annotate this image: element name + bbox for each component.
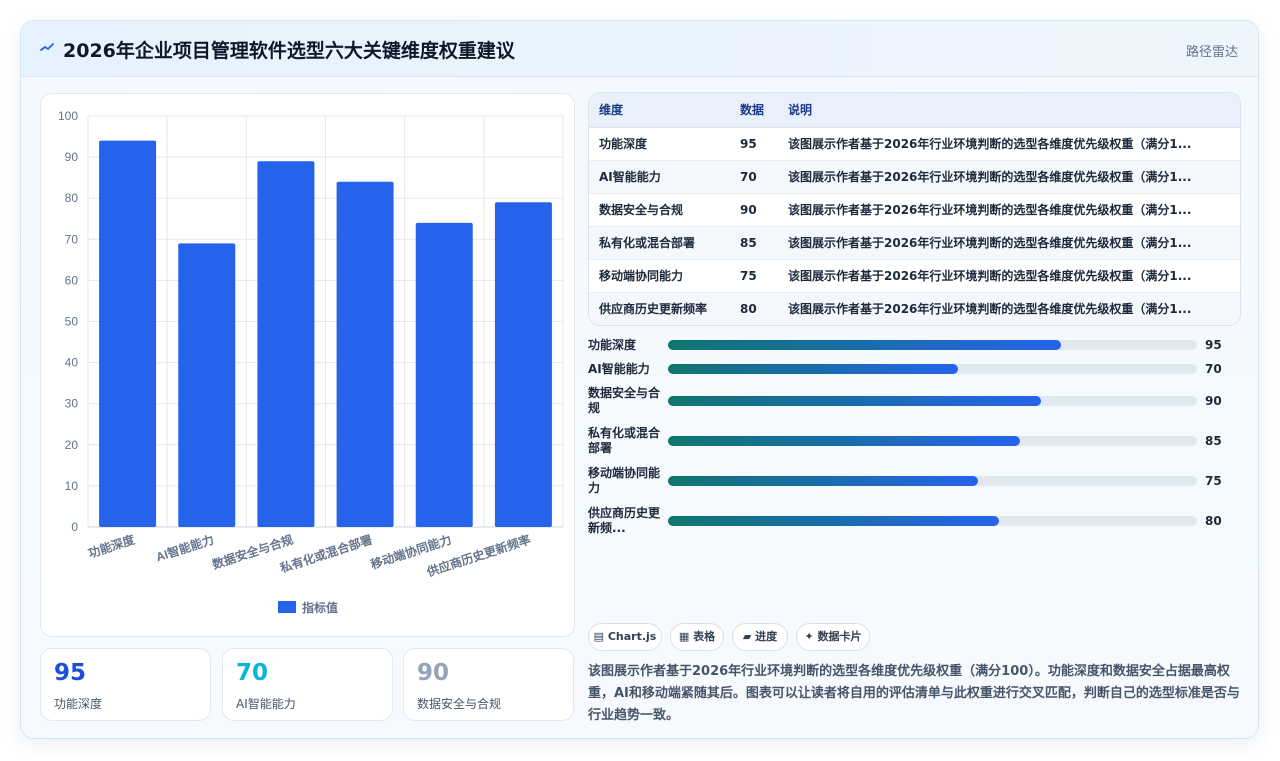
data-table: 维度 数据 说明 功能深度 95 该图展示作者基于2026年行业环境判断的选型各… (588, 92, 1241, 326)
progress-track (668, 516, 1197, 526)
table-cell: 该图展示作者基于2026年行业环境判断的选型各维度优先级权重（满分1... (778, 292, 1240, 325)
progress-track (668, 396, 1197, 406)
bar (178, 243, 236, 527)
table-cell: 供应商历史更新频率 (589, 292, 730, 325)
y-tick-label: 70 (65, 232, 79, 246)
progress-fill (668, 436, 1020, 446)
table-header-row: 维度 数据 说明 (589, 93, 1240, 128)
y-tick-label: 10 (65, 479, 79, 493)
progress-label: AI智能能力 (588, 362, 650, 376)
legend-swatch (278, 601, 296, 613)
y-tick-label: 50 (65, 315, 79, 329)
stat-card-2: 70 AI智能能力 (222, 648, 393, 721)
stat-label: 功能深度 (54, 697, 103, 711)
table-cell: 移动端协同能力 (589, 259, 730, 293)
y-tick-label: 100 (58, 109, 78, 123)
chip-table[interactable]: ▦ 表格 (670, 623, 724, 651)
stat-card-1: 95 功能深度 (40, 648, 211, 721)
bar (99, 140, 157, 527)
progress-track (668, 436, 1197, 446)
x-tick-label: 功能深度 (86, 531, 137, 560)
bar (415, 222, 473, 528)
progress-fill (668, 476, 978, 486)
header-tag[interactable]: 路径雷达 (1186, 41, 1238, 60)
stat-value: 70 (236, 660, 269, 686)
table-cell: 85 (730, 226, 778, 260)
table-cell: 90 (730, 193, 778, 227)
table-cell: 数据安全与合规 (589, 193, 730, 227)
progress-label: 功能深度 (588, 338, 637, 352)
bar (257, 161, 315, 527)
table-row: 私有化或混合部署 85 该图展示作者基于2026年行业环境判断的选型各维度优先级… (589, 226, 1240, 260)
table-row: 功能深度 95 该图展示作者基于2026年行业环境判断的选型各维度优先级权重（满… (589, 127, 1240, 161)
progress-value: 80 (1205, 514, 1222, 528)
progress-value: 85 (1205, 434, 1222, 448)
column-header: 数据 (730, 93, 778, 128)
table-cell: 70 (730, 160, 778, 194)
table-cell: 该图展示作者基于2026年行业环境判断的选型各维度优先级权重（满分1... (778, 160, 1240, 194)
progress-value: 90 (1205, 394, 1222, 408)
progress-label: 移动端协同能力 (588, 466, 661, 495)
y-tick-label: 80 (65, 191, 79, 205)
y-tick-label: 20 (65, 438, 79, 452)
table-cell: 95 (730, 127, 778, 161)
pulse-icon (40, 43, 54, 51)
stat-value: 95 (54, 660, 87, 686)
progress-fill (668, 396, 1041, 406)
y-tick-label: 60 (65, 273, 79, 287)
page-title: 2026年企业项目管理软件选型六大关键维度权重建议 (63, 40, 515, 62)
column-header: 说明 (778, 93, 1240, 128)
legend-label: 指标值 (302, 600, 338, 615)
x-tick-label: AI智能能力 (154, 532, 216, 565)
header: 2026年企业项目管理软件选型六大关键维度权重建议 路径雷达 (21, 21, 1258, 77)
table-row: 移动端协同能力 75 该图展示作者基于2026年行业环境判断的选型各维度优先级权… (589, 259, 1240, 293)
chip-data-card[interactable]: ✦ 数据卡片 (796, 623, 870, 651)
progress-fill (668, 340, 1062, 350)
stat-card-3: 90 数据安全与合规 (403, 648, 574, 721)
dashboard-card: 2026年企业项目管理软件选型六大关键维度权重建议 路径雷达 0 10 20 30 40… (20, 20, 1259, 739)
progress-label: 数据安全与合规 (588, 386, 661, 415)
table-cell: 私有化或混合部署 (589, 226, 730, 260)
table-cell: 该图展示作者基于2026年行业环境判断的选型各维度优先级权重（满分1... (778, 127, 1240, 161)
progress-label: 供应商历史更新频... (588, 506, 661, 535)
table-cell: 80 (730, 292, 778, 325)
y-tick-label: 0 (71, 520, 78, 534)
progress-track (668, 340, 1197, 350)
progress-label: 私有化或混合部署 (588, 426, 661, 455)
stat-value: 90 (417, 660, 450, 686)
stat-label: AI智能能力 (236, 697, 296, 711)
table-cell: 该图展示作者基于2026年行业环境判断的选型各维度优先级权重（满分1... (778, 259, 1240, 293)
table-row: 数据安全与合规 90 该图展示作者基于2026年行业环境判断的选型各维度优先级权… (589, 193, 1240, 227)
stat-label: 数据安全与合规 (417, 697, 502, 711)
progress-value: 70 (1205, 362, 1222, 376)
progress-value: 95 (1205, 338, 1222, 352)
table-cell: 75 (730, 259, 778, 293)
table-cell: 该图展示作者基于2026年行业环境判断的选型各维度优先级权重（满分1... (778, 193, 1240, 227)
bar (494, 202, 552, 527)
bar (336, 181, 394, 527)
bar-chart-panel: 0 10 20 30 40 50 60 70 80 90 100 功能深度 AI智能能力 数据安全与合规私… (40, 93, 575, 637)
progress-track (668, 476, 1197, 486)
chip-chartjs[interactable]: ▤ Chart.js (588, 623, 662, 651)
chip-progress[interactable]: ▰ 进度 (732, 623, 788, 651)
column-header: 维度 (589, 93, 730, 128)
progress-value: 75 (1205, 474, 1222, 488)
table-cell: 功能深度 (589, 127, 730, 161)
y-tick-label: 30 (65, 397, 79, 411)
table-cell: 该图展示作者基于2026年行业环境判断的选型各维度优先级权重（满分1... (778, 226, 1240, 260)
table-row: AI智能能力 70 该图展示作者基于2026年行业环境判断的选型各维度优先级权重… (589, 160, 1240, 194)
progress-fill (668, 516, 1000, 526)
y-tick-label: 90 (65, 150, 79, 164)
progress-track (668, 364, 1197, 374)
table-row: 供应商历史更新频率 80 该图展示作者基于2026年行业环境判断的选型各维度优先… (589, 292, 1240, 325)
bar-chart: 0102030405060708090100功能深度 AI智能能力数据安全与合规私… (58, 109, 564, 615)
progress-fill (668, 364, 958, 374)
description: 该图展示作者基于2026年行业环境判断的选型各维度优先级权重（满分100）。功能… (588, 664, 1240, 723)
y-tick-label: 40 (65, 356, 79, 370)
table-cell: AI智能能力 (589, 160, 730, 194)
